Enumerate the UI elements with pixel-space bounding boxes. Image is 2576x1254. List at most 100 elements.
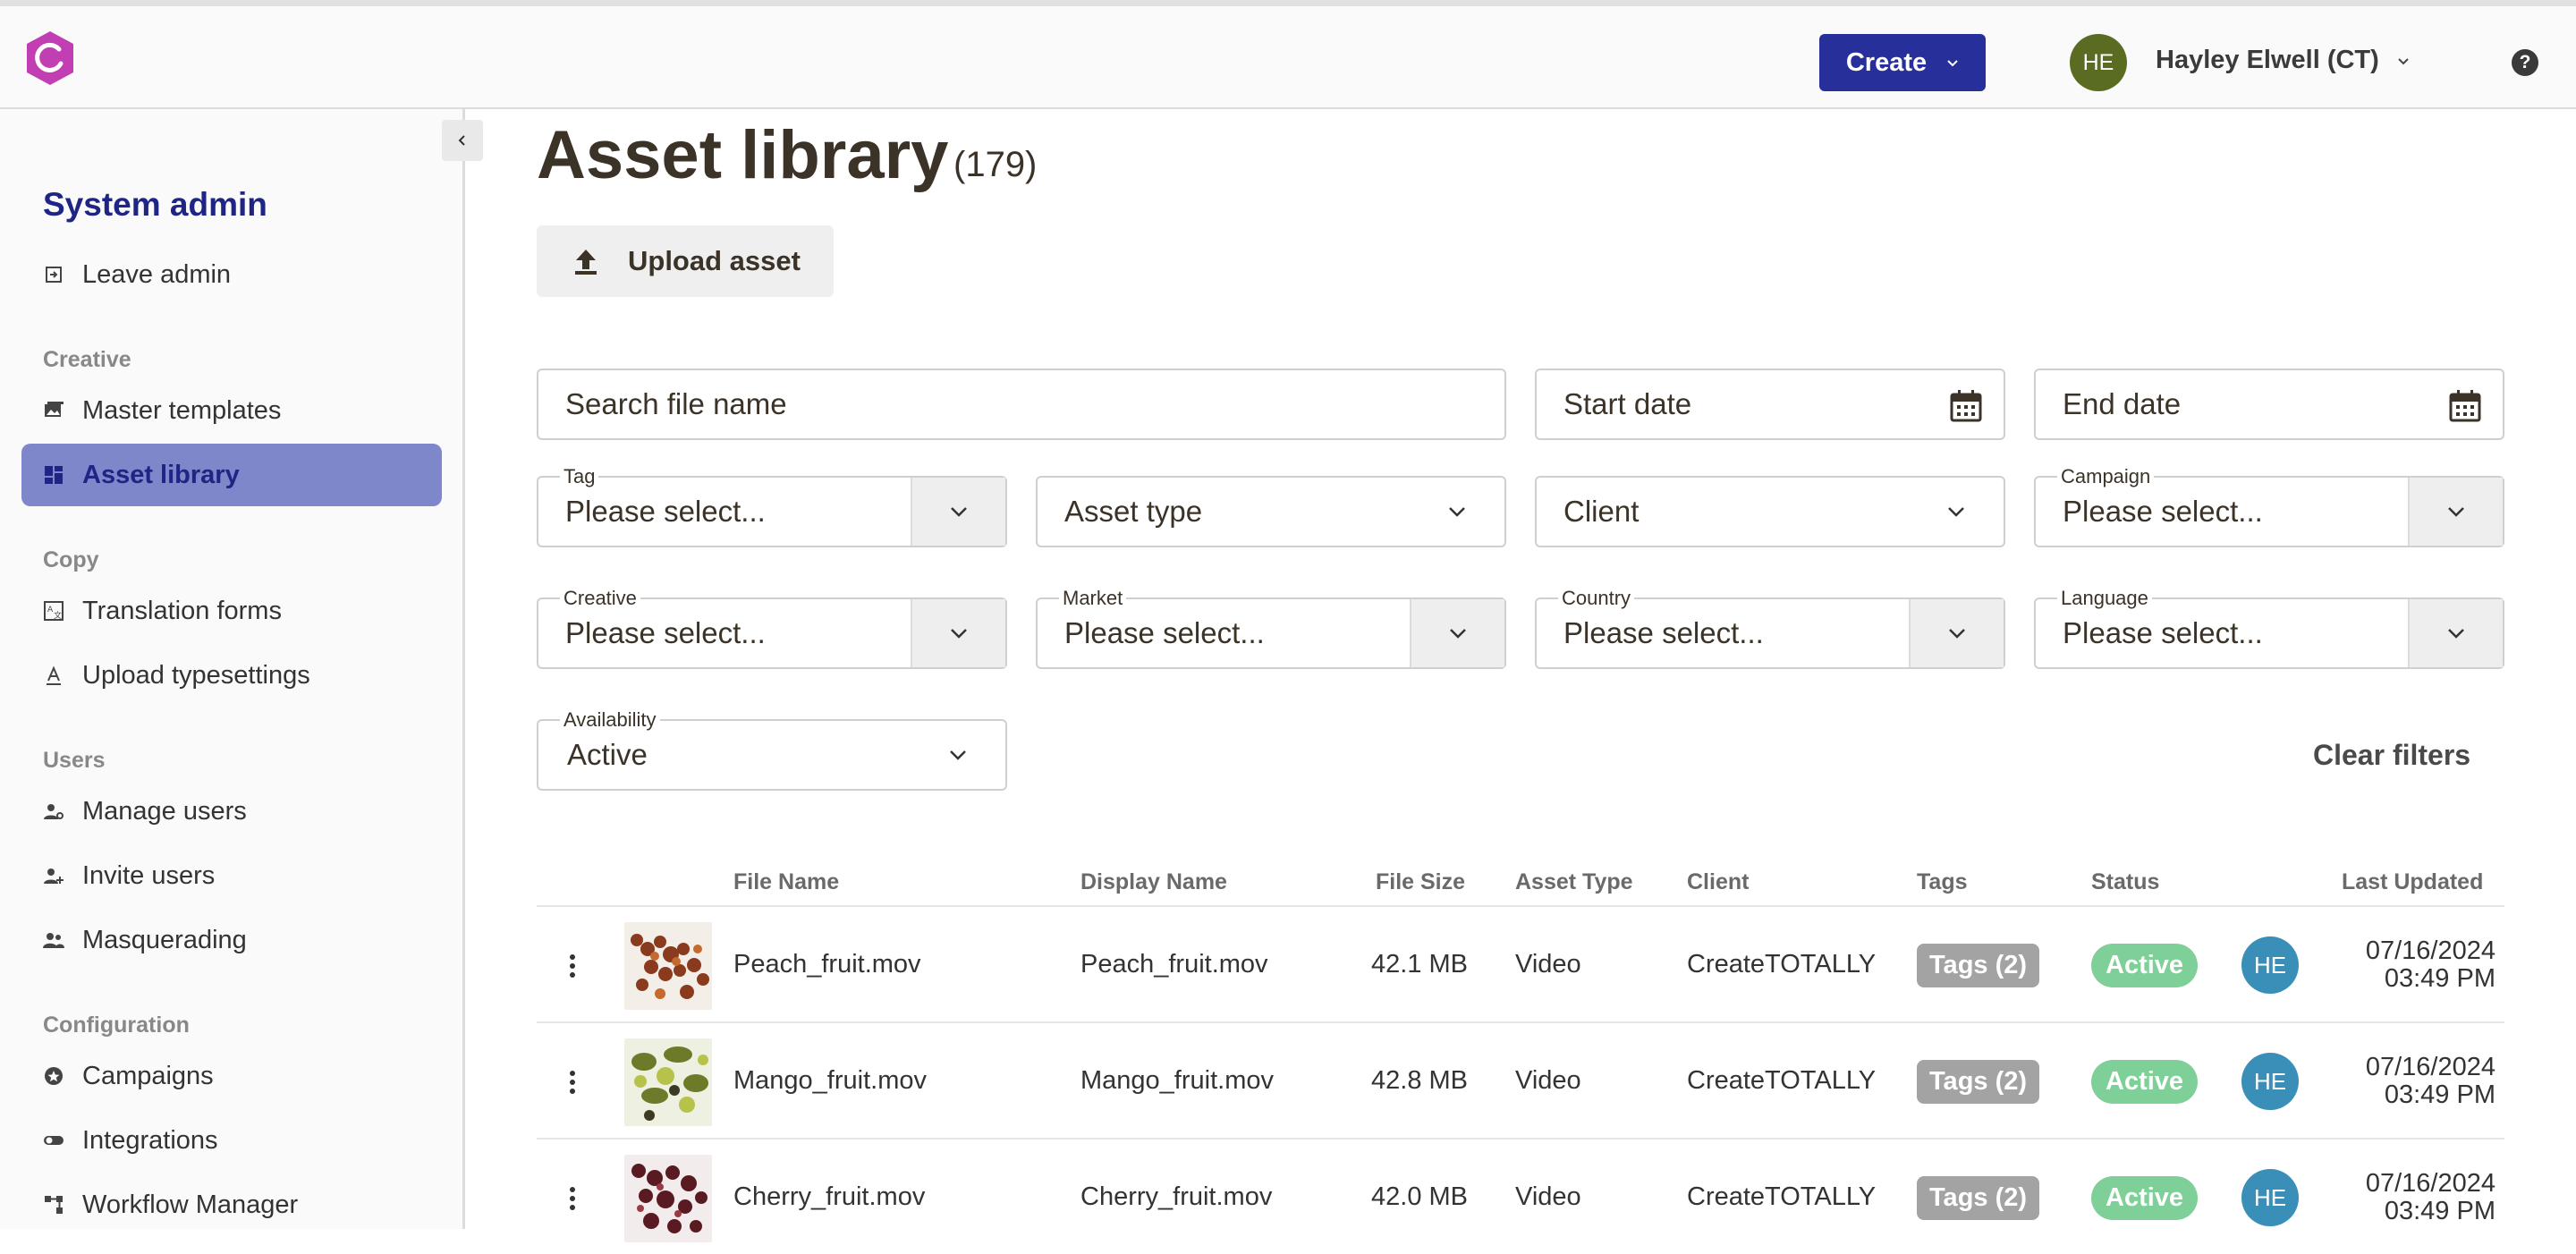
sidebar-item-campaigns[interactable]: Campaigns xyxy=(21,1045,442,1107)
last-updated-time: 03:49 PM xyxy=(2384,1197,2496,1225)
avatar: HE xyxy=(2241,936,2299,994)
sidebar-title: System admin xyxy=(43,186,267,223)
typeset-icon xyxy=(47,665,61,685)
column-header-display-name[interactable]: Display Name xyxy=(1080,869,1227,895)
sidebar-item-invite-users[interactable]: Invite users xyxy=(21,844,442,907)
tag-dropdown-toggle[interactable] xyxy=(911,478,1005,546)
last-updated: 07/16/2024 03:49 PM xyxy=(2366,1054,2496,1109)
creative-label: Creative xyxy=(560,587,640,610)
availability-value: Active xyxy=(567,738,648,771)
asset-type: Video xyxy=(1515,950,1581,979)
sidebar-item-workflow-manager[interactable]: Workflow Manager xyxy=(21,1174,442,1236)
creative-dropdown-toggle[interactable] xyxy=(911,599,1005,667)
client-select[interactable]: Client xyxy=(1535,476,2005,547)
manage-user-icon xyxy=(44,804,64,819)
column-header-file-name[interactable]: File Name xyxy=(733,869,839,895)
client: CreateTOTALLY xyxy=(1687,1182,1877,1211)
asset-type-value: Asset type xyxy=(1064,495,1203,528)
help-icon[interactable]: ? xyxy=(2512,49,2538,76)
upload-asset-button[interactable]: Upload asset xyxy=(537,225,834,297)
sidebar-item-label: Master templates xyxy=(82,395,282,425)
display-name: Cherry_fruit.mov xyxy=(1080,1182,1273,1211)
last-updated-time: 03:49 PM xyxy=(2384,964,2496,993)
calendar-icon[interactable] xyxy=(1948,388,1984,424)
end-date-field[interactable]: End date xyxy=(2034,369,2504,440)
chevron-down-icon xyxy=(1450,629,1466,639)
calendar-icon[interactable] xyxy=(2447,388,2483,424)
asset-count: (179) xyxy=(953,145,1038,184)
sidebar-item-leave-admin[interactable]: Leave admin xyxy=(21,243,442,306)
display-name: Mango_fruit.mov xyxy=(1080,1066,1274,1095)
user-avatar[interactable]: HE xyxy=(2070,34,2127,91)
country-value: Please select... xyxy=(1563,616,1764,649)
column-header-asset-type[interactable]: Asset Type xyxy=(1515,869,1633,895)
table-row[interactable]: Peach_fruit.mov Peach_fruit.mov 42.1 MB … xyxy=(537,905,2504,1021)
column-header-status[interactable]: Status xyxy=(2091,869,2159,895)
language-select[interactable]: Language Please select... xyxy=(2034,587,2504,669)
client: CreateTOTALLY xyxy=(1687,950,1877,979)
tags-badge[interactable]: Tags (2) xyxy=(1917,1060,2040,1104)
table-row[interactable]: Cherry_fruit.mov Cherry_fruit.mov 42.0 M… xyxy=(537,1138,2504,1254)
toggle-icon xyxy=(44,1136,64,1145)
asset-type: Video xyxy=(1515,1066,1581,1095)
sidebar-item-label: Integrations xyxy=(82,1125,218,1155)
column-header-file-size[interactable]: File Size xyxy=(1376,869,1465,895)
more-vertical-icon[interactable] xyxy=(562,1181,583,1216)
campaign-select[interactable]: Campaign Please select... xyxy=(2034,465,2504,547)
asset-type-select[interactable]: Asset type xyxy=(1036,476,1506,547)
creative-select[interactable]: Creative Please select... xyxy=(537,587,1007,669)
tag-select[interactable]: Tag Please select... xyxy=(537,465,1007,547)
country-select[interactable]: Country Please select... xyxy=(1535,587,2005,669)
country-dropdown-toggle[interactable] xyxy=(1909,599,2004,667)
table-row[interactable]: Mango_fruit.mov Mango_fruit.mov 42.8 MB … xyxy=(537,1021,2504,1138)
campaign-dropdown-toggle[interactable] xyxy=(2408,478,2503,546)
avatar: HE xyxy=(2241,1053,2299,1110)
availability-label: Availability xyxy=(560,708,660,732)
market-select[interactable]: Market Please select... xyxy=(1036,587,1506,669)
more-vertical-icon[interactable] xyxy=(562,948,583,984)
availability-select[interactable]: Availability Active xyxy=(537,708,1007,791)
sidebar-item-upload-typesettings[interactable]: Upload typesettings xyxy=(21,644,442,707)
sidebar-item-asset-library[interactable]: Asset library xyxy=(21,444,442,506)
file-name: Mango_fruit.mov xyxy=(733,1066,927,1095)
language-dropdown-toggle[interactable] xyxy=(2408,599,2503,667)
page-title: Asset library xyxy=(537,117,949,193)
search-input[interactable]: Search file name xyxy=(537,369,1506,440)
sidebar-section-copy: Copy xyxy=(43,547,99,572)
asset-thumbnail[interactable] xyxy=(624,1155,712,1242)
tags-badge[interactable]: Tags (2) xyxy=(1917,1176,2040,1220)
sidebar-item-integrations[interactable]: Integrations xyxy=(21,1109,442,1172)
workflow-icon xyxy=(45,1196,63,1214)
asset-type: Video xyxy=(1515,1182,1581,1211)
more-vertical-icon[interactable] xyxy=(562,1064,583,1100)
market-label: Market xyxy=(1059,587,1127,610)
app-logo-icon[interactable] xyxy=(21,30,79,87)
asset-thumbnail[interactable] xyxy=(624,922,712,1010)
sidebar-item-master-templates[interactable]: Master templates xyxy=(21,379,442,442)
sidebar-item-manage-users[interactable]: Manage users xyxy=(21,780,442,843)
avatar: HE xyxy=(2241,1169,2299,1226)
column-header-client[interactable]: Client xyxy=(1687,869,1749,895)
chevron-left-icon xyxy=(458,135,465,146)
create-button[interactable]: Create xyxy=(1819,34,1986,91)
collapse-sidebar-button[interactable] xyxy=(442,120,483,161)
last-updated-date: 07/16/2024 xyxy=(2365,936,2496,965)
tags-badge[interactable]: Tags (2) xyxy=(1917,944,2040,987)
sidebar-item-label: Asset library xyxy=(82,460,240,489)
market-dropdown-toggle[interactable] xyxy=(1410,599,1504,667)
sidebar-item-label: Translation forms xyxy=(82,596,282,625)
language-label: Language xyxy=(2057,587,2152,610)
sidebar-item-translation-forms[interactable]: A文 Translation forms xyxy=(21,580,442,642)
asset-thumbnail[interactable] xyxy=(624,1038,712,1126)
upload-asset-label: Upload asset xyxy=(628,245,801,276)
display-name: Peach_fruit.mov xyxy=(1080,950,1268,979)
sidebar-item-masquerading[interactable]: Masquerading xyxy=(21,909,442,971)
column-header-last-updated[interactable]: Last Updated xyxy=(2342,869,2483,895)
svg-text:文: 文 xyxy=(54,610,62,621)
start-date-field[interactable]: Start date xyxy=(1535,369,2005,440)
campaign-label: Campaign xyxy=(2057,465,2155,488)
translate-icon: A文 xyxy=(44,601,64,621)
user-menu[interactable]: Hayley Elwell (CT) xyxy=(2156,46,2410,75)
column-header-tags[interactable]: Tags xyxy=(1917,869,1968,895)
clear-filters-button[interactable]: Clear filters xyxy=(2313,739,2470,772)
